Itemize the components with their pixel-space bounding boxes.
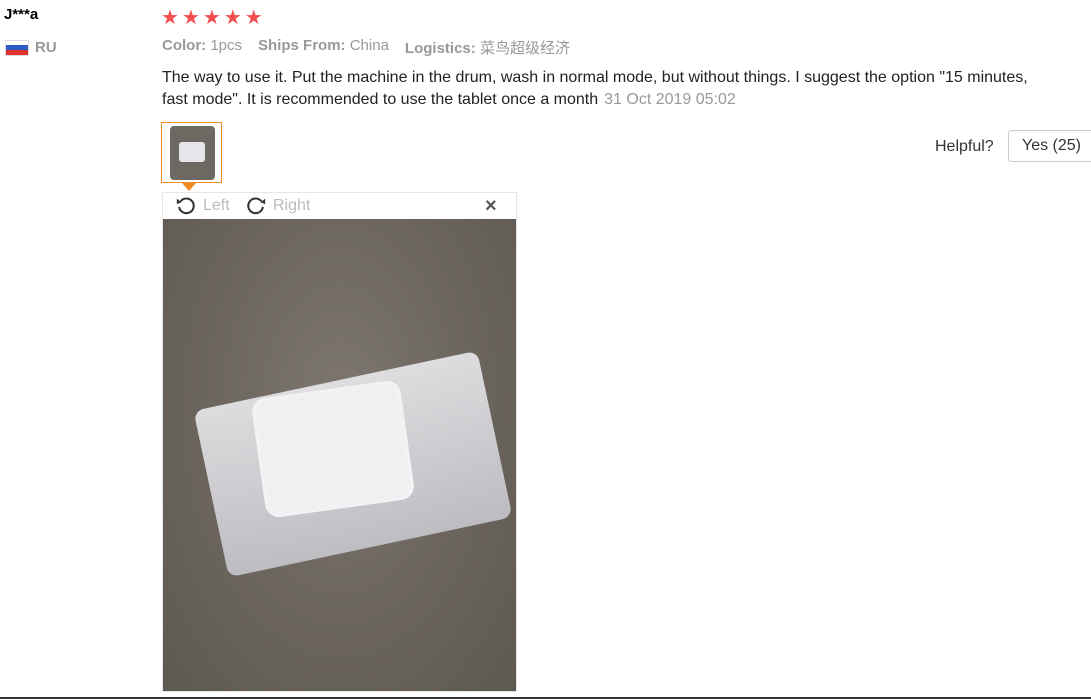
rotate-left-label: Left xyxy=(203,197,230,214)
close-icon[interactable]: × xyxy=(485,195,497,217)
attr-value: 1pcs xyxy=(210,37,243,54)
rotate-right-icon xyxy=(247,197,266,215)
attr-key: Color: xyxy=(162,37,207,54)
country-code: RU xyxy=(35,39,57,56)
rotate-right-button[interactable]: Right xyxy=(245,195,310,217)
rotate-left-button[interactable]: Left xyxy=(175,195,230,217)
thumbnail-pointer xyxy=(182,183,196,191)
star-icon: ★ xyxy=(244,7,263,29)
thumbnail-tablet-pack xyxy=(179,142,205,162)
review-text: The way to use it. Put the machine in th… xyxy=(162,69,1028,108)
star-rating: ★ ★ ★ ★ ★ xyxy=(161,7,263,29)
photo-viewer: Left Right × xyxy=(162,192,517,692)
thumbnail-image xyxy=(170,126,215,180)
star-icon: ★ xyxy=(161,7,179,29)
attr-key: Logistics: xyxy=(404,40,476,57)
star-icon: ★ xyxy=(223,7,242,29)
review-photo xyxy=(163,219,516,691)
attr-ships-from: Ships From: China xyxy=(258,37,389,58)
star-icon: ★ xyxy=(202,7,221,29)
review-photo-thumbnail[interactable] xyxy=(161,122,222,183)
viewer-toolbar: Left Right × xyxy=(163,193,516,219)
helpful-yes-button[interactable]: Yes (25) xyxy=(1008,130,1091,162)
rotate-left-icon xyxy=(176,197,195,215)
review-date: 31 Oct 2019 05:02 xyxy=(604,91,736,108)
review-body: The way to use it. Put the machine in th… xyxy=(162,67,1042,111)
cleaning-tablet xyxy=(250,379,416,519)
helpful-label: Helpful? xyxy=(935,138,994,155)
reviewer-country: RU xyxy=(5,39,57,56)
russia-flag-icon xyxy=(5,39,29,56)
rotate-right-label: Right xyxy=(273,197,311,214)
attr-value: 菜鸟超级经济 xyxy=(479,40,570,57)
attr-value: China xyxy=(349,37,389,54)
order-attributes: Color: 1pcs Ships From: China Logistics:… xyxy=(162,37,570,58)
attr-key: Ships From: xyxy=(258,37,346,54)
attr-logistics: Logistics: 菜鸟超级经济 xyxy=(405,37,570,58)
reviewer-name: J***a xyxy=(4,6,39,23)
attr-color: Color: 1pcs xyxy=(162,37,242,58)
star-icon: ★ xyxy=(181,7,200,29)
